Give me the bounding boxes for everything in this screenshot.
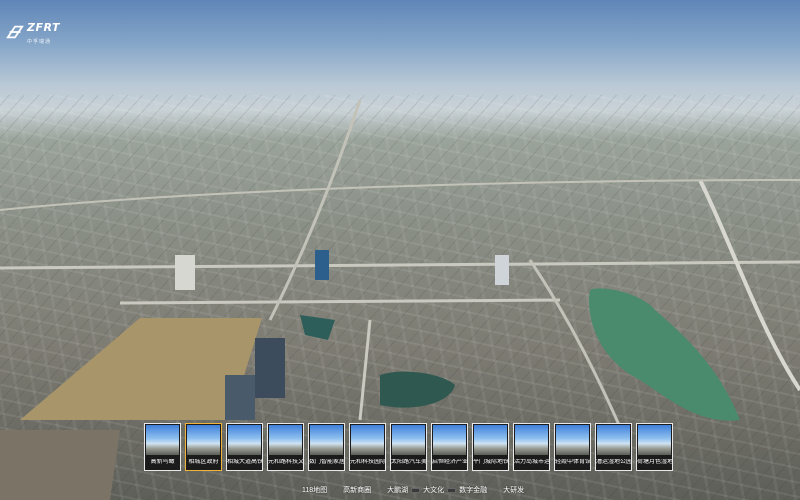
scene-thumbnail-label: 元和路科技文 — [268, 459, 303, 465]
scene-thumbnail-image — [187, 425, 220, 455]
nav-item-digital-finance[interactable]: 数字金融 — [459, 485, 487, 495]
lake — [589, 288, 740, 421]
scene-thumbnail[interactable]: 荷塘月色湿地 — [636, 423, 673, 471]
scene-thumbnail[interactable]: 启恒经济产业 — [431, 423, 468, 471]
nav-item-research[interactable]: 大研发 — [503, 485, 524, 495]
field-area-2 — [0, 430, 120, 500]
scene-thumbnail-image — [597, 425, 630, 455]
scene-thumbnail[interactable]: 数门智能家居 — [308, 423, 345, 471]
scene-thumbnail[interactable]: 相城区政府 — [185, 423, 222, 471]
scene-thumbnail[interactable]: 漕运湿地公园 — [595, 423, 632, 471]
scene-thumbnail-label: 轻霞中体育馆 — [555, 459, 590, 465]
scene-thumbnail[interactable]: 平门城际地铁 — [472, 423, 509, 471]
scene-thumbnail-image — [146, 425, 179, 455]
scene-thumbnail-image — [474, 425, 507, 455]
nav-item-business-circle[interactable]: 高新商圈 — [343, 485, 371, 495]
nav-item-dapeng-lake[interactable]: 大鹏湖 — [387, 485, 408, 495]
scene-thumbnail-label: 启恒经济产业 — [432, 459, 467, 465]
scene-thumbnail-image — [351, 425, 384, 455]
scene-thumbnail-bar: 高新鸟瞰 相城区政府 相城大道高铁 元和路科技文 数门智能家居 元和科技园际 太阳路汽车美启… — [144, 423, 673, 471]
scene-thumbnail-image — [515, 425, 548, 455]
scene-thumbnail-label: 相城大道高铁 — [227, 459, 262, 465]
scene-thumbnail[interactable]: 高新鸟瞰 — [144, 423, 181, 471]
logo-mark-icon — [6, 25, 24, 38]
scene-thumbnail-image — [228, 425, 261, 455]
scene-thumbnail-label: 活力岛城市运 — [514, 459, 549, 465]
scene-thumbnail[interactable]: 元和科技园际 — [349, 423, 386, 471]
scene-thumbnail[interactable]: 活力岛城市运 — [513, 423, 550, 471]
scene-thumbnail[interactable]: 轻霞中体育馆 — [554, 423, 591, 471]
scene-thumbnail-image — [433, 425, 466, 455]
brand-tagline: 中孚瑞通 — [27, 39, 52, 45]
scene-thumbnail-label: 荷塘月色湿地 — [637, 459, 672, 465]
scene-thumbnail-image — [392, 425, 425, 455]
scene-thumbnail[interactable]: 相城大道高铁 — [226, 423, 263, 471]
pond-2 — [300, 315, 335, 340]
scene-thumbnail-label: 相城区政府 — [188, 459, 219, 465]
bottom-navigation: 118地图 高新商圈 大鹏湖 大文化 数字金融 大研发 — [302, 485, 524, 495]
nav-separator — [411, 487, 421, 493]
scene-thumbnail-label: 漕运湿地公园 — [596, 459, 631, 465]
scene-thumbnail[interactable]: 太阳路汽车美 — [390, 423, 427, 471]
scene-thumbnail[interactable]: 元和路科技文 — [267, 423, 304, 471]
scene-thumbnail-label: 高新鸟瞰 — [150, 459, 175, 465]
nav-separator — [447, 487, 457, 493]
scene-thumbnail-image — [638, 425, 671, 455]
scene-thumbnail-image — [556, 425, 589, 455]
scene-thumbnail-label: 太阳路汽车美 — [391, 459, 426, 465]
nav-item-map[interactable]: 118地图 — [302, 485, 327, 495]
scene-thumbnail-label: 数门智能家居 — [309, 459, 344, 465]
nav-item-culture[interactable]: 大文化 — [423, 485, 444, 495]
brand-logo[interactable]: ZFRT 中孚瑞通 — [6, 18, 60, 45]
scene-thumbnail-label: 平门城际地铁 — [473, 459, 508, 465]
pond — [380, 371, 455, 408]
scene-thumbnail-image — [310, 425, 343, 455]
scene-thumbnail-image — [269, 425, 302, 455]
scene-thumbnail-label: 元和科技园际 — [350, 459, 385, 465]
brand-name: ZFRT — [27, 21, 60, 34]
